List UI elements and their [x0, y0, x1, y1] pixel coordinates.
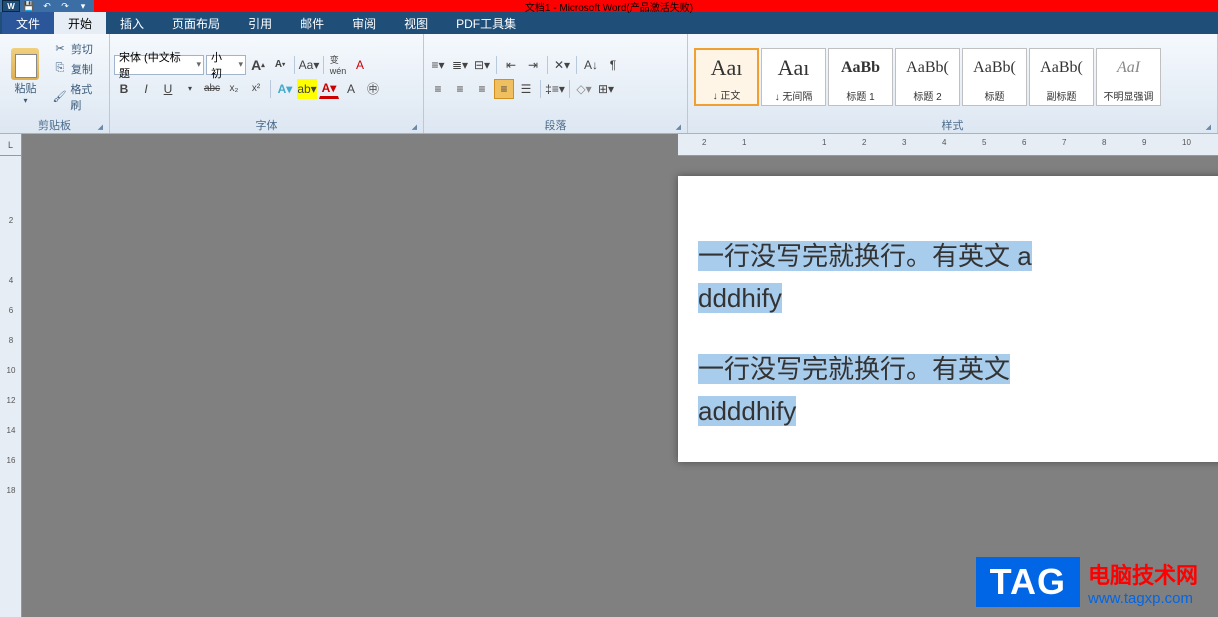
page-content[interactable]: 一行没写完就换行。有英文 a dddhify 一行没写完就换行。有英文 addd… [678, 236, 1218, 432]
style-subtitle[interactable]: AaBb(副标题 [1029, 48, 1094, 106]
shading-button[interactable]: ◇▾ [574, 79, 594, 99]
style-normal[interactable]: Aaı↓ 正文 [694, 48, 759, 106]
undo-icon[interactable]: ↶ [38, 0, 56, 12]
clear-format-button[interactable]: A [350, 55, 370, 75]
style-gallery[interactable]: Aaı↓ 正文 Aaı↓ 无间隔 AaBb标题 1 AaBb(标题 2 AaBb… [692, 46, 1163, 108]
tab-layout[interactable]: 页面布局 [158, 12, 234, 34]
file-tab[interactable]: 文件 [2, 12, 54, 34]
quick-access-toolbar: W 💾 ↶ ↷ ▾ [0, 0, 94, 12]
paragraph-group-label: 段落 [428, 117, 683, 133]
phonetic-button[interactable]: 变wén [328, 55, 348, 75]
underline-button[interactable]: U [158, 79, 178, 99]
paste-label: 粘贴 [14, 80, 36, 96]
format-painter-button[interactable]: 🖌格式刷 [49, 80, 105, 114]
asian-layout-button[interactable]: ✕▾ [552, 55, 572, 75]
group-clipboard: 粘贴 ▾ ✂剪切 ⎘复制 🖌格式刷 剪贴板 [0, 34, 110, 133]
tab-mailings[interactable]: 邮件 [286, 12, 338, 34]
qat-dropdown-icon[interactable]: ▾ [74, 0, 92, 12]
selected-text-line4[interactable]: adddhify [698, 396, 796, 426]
style-heading1[interactable]: AaBb标题 1 [828, 48, 893, 106]
scissors-icon: ✂ [52, 41, 68, 57]
style-heading2[interactable]: AaBb(标题 2 [895, 48, 960, 106]
save-icon[interactable]: 💾 [20, 0, 38, 12]
ruler-corner[interactable]: L [0, 134, 22, 156]
font-name-combo[interactable]: 宋体 (中文标题 [114, 55, 204, 75]
show-marks-button[interactable]: ¶ [603, 55, 623, 75]
bullets-button[interactable]: ≡▾ [428, 55, 448, 75]
copy-icon: ⎘ [52, 61, 68, 77]
paste-button[interactable]: 粘贴 ▾ [4, 46, 47, 107]
char-shading-button[interactable]: A [341, 79, 361, 99]
document-area[interactable]: 一行没写完就换行。有英文 a dddhify 一行没写完就换行。有英文 addd… [22, 156, 1218, 617]
multilevel-button[interactable]: ⊟▾ [472, 55, 492, 75]
distribute-button[interactable]: ☰ [516, 79, 536, 99]
horizontal-ruler[interactable]: 2 1 1 2 3 4 5 6 7 8 9 10 [22, 134, 1218, 156]
paste-icon [9, 48, 41, 80]
indent-inc-button[interactable]: ⇥ [523, 55, 543, 75]
selected-text-line2[interactable]: dddhify [698, 283, 782, 313]
line-spacing-button[interactable]: ‡≡▾ [545, 79, 565, 99]
strike-button[interactable]: abc [202, 79, 222, 99]
align-left-button[interactable]: ≡ [428, 79, 448, 99]
title-bar: W 💾 ↶ ↷ ▾ 文档1 - Microsoft Word(产品激活失败) [0, 0, 1218, 12]
subscript-button[interactable]: x₂ [224, 79, 244, 99]
copy-button[interactable]: ⎘复制 [49, 60, 105, 78]
clipboard-group-label: 剪贴板 [4, 117, 105, 133]
grow-font-button[interactable]: A▴ [248, 55, 268, 75]
window-title: 文档1 - Microsoft Word(产品激活失败) [525, 0, 693, 14]
selected-text-line3[interactable]: 一行没写完就换行。有英文 [698, 354, 1010, 384]
group-font: 宋体 (中文标题 小初 A▴ A▾ Aa▾ 变wén A B I U ▾ abc [110, 34, 424, 133]
align-right-button[interactable]: ≡ [472, 79, 492, 99]
bold-button[interactable]: B [114, 79, 134, 99]
style-subtle-emphasis[interactable]: AaI不明显强调 [1096, 48, 1161, 106]
vertical-ruler[interactable]: 2 4 6 8 10 12 14 16 18 [0, 156, 22, 617]
font-color-button[interactable]: A▾ [319, 79, 339, 99]
highlight-button[interactable]: ab▾ [297, 79, 317, 99]
brush-icon: 🖌 [52, 89, 67, 105]
styles-group-label: 样式 [692, 117, 1213, 133]
watermark-title: 电脑技术网 [1088, 558, 1198, 590]
group-paragraph: ≡▾ ≣▾ ⊟▾ ⇤ ⇥ ✕▾ A↓ ¶ ≡ ≡ ≡ ≡ [424, 34, 688, 133]
style-no-spacing[interactable]: Aaı↓ 无间隔 [761, 48, 826, 106]
align-center-button[interactable]: ≡ [450, 79, 470, 99]
redo-icon[interactable]: ↷ [56, 0, 74, 12]
style-title[interactable]: AaBb(标题 [962, 48, 1027, 106]
tab-home[interactable]: 开始 [54, 12, 106, 34]
page: 一行没写完就换行。有英文 a dddhify 一行没写完就换行。有英文 addd… [678, 176, 1218, 462]
watermark-url: www.tagxp.com [1088, 590, 1198, 607]
justify-button[interactable]: ≡ [494, 79, 514, 99]
horizontal-ruler-wrap: L 2 1 1 2 3 4 5 6 7 8 9 10 [0, 134, 1218, 156]
text-effect-button[interactable]: A▾ [275, 79, 295, 99]
tab-pdf[interactable]: PDF工具集 [442, 12, 530, 34]
tab-view[interactable]: 视图 [390, 12, 442, 34]
tab-references[interactable]: 引用 [234, 12, 286, 34]
font-size-combo[interactable]: 小初 [206, 55, 246, 75]
italic-button[interactable]: I [136, 79, 156, 99]
font-group-label: 字体 [114, 117, 419, 133]
numbering-button[interactable]: ≣▾ [450, 55, 470, 75]
selected-text-line1[interactable]: 一行没写完就换行。有英文 a [698, 241, 1032, 271]
ribbon: 粘贴 ▾ ✂剪切 ⎘复制 🖌格式刷 剪贴板 宋体 (中文标题 小初 A▴ A▾ … [0, 34, 1218, 134]
indent-dec-button[interactable]: ⇤ [501, 55, 521, 75]
group-styles: Aaı↓ 正文 Aaı↓ 无间隔 AaBb标题 1 AaBb(标题 2 AaBb… [688, 34, 1218, 133]
tag-logo: TAG [976, 557, 1080, 607]
sort-button[interactable]: A↓ [581, 55, 601, 75]
superscript-button[interactable]: x² [246, 79, 266, 99]
shrink-font-button[interactable]: A▾ [270, 55, 290, 75]
change-case-button[interactable]: Aa▾ [299, 55, 319, 75]
word-icon[interactable]: W [2, 0, 20, 12]
workspace: L 2 1 1 2 3 4 5 6 7 8 9 10 2 4 6 8 [0, 134, 1218, 617]
cut-button[interactable]: ✂剪切 [49, 40, 105, 58]
enclose-button[interactable]: ㊥ [363, 79, 383, 99]
ribbon-tabs: 文件 开始 插入 页面布局 引用 邮件 审阅 视图 PDF工具集 [0, 12, 1218, 34]
watermark: TAG 电脑技术网 www.tagxp.com [976, 557, 1198, 607]
tab-insert[interactable]: 插入 [106, 12, 158, 34]
tab-review[interactable]: 审阅 [338, 12, 390, 34]
borders-button[interactable]: ⊞▾ [596, 79, 616, 99]
